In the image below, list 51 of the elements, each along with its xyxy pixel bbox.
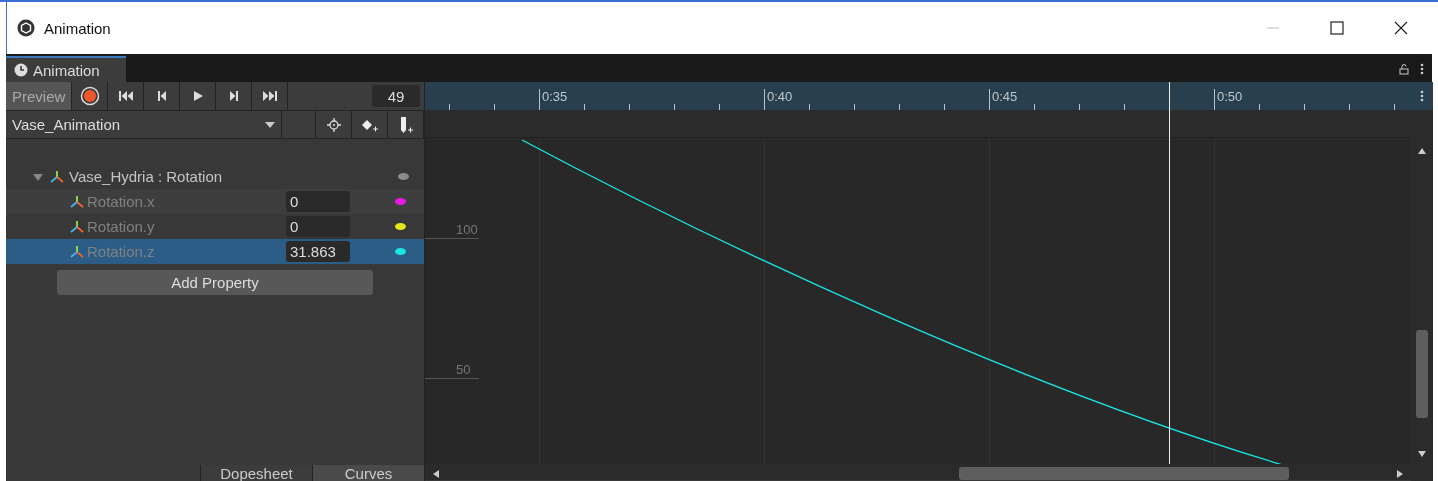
- window-title: Animation: [44, 19, 111, 37]
- scroll-down-icon[interactable]: [1418, 451, 1426, 457]
- next-key-icon: [227, 90, 240, 102]
- value-label: 100: [456, 222, 478, 237]
- value-label: 50: [456, 362, 471, 377]
- property-label: Rotation.x: [87, 193, 156, 210]
- maximize-icon[interactable]: [1330, 21, 1344, 35]
- axes-icon: [69, 194, 85, 209]
- property-group-label[interactable]: Vase_Hydria : Rotation: [69, 168, 394, 185]
- scroll-right-icon[interactable]: [1397, 470, 1403, 478]
- property-row[interactable]: Rotation.z 31.863: [6, 239, 424, 264]
- scroll-left-icon[interactable]: [433, 470, 439, 478]
- crosshair-icon: [326, 117, 341, 132]
- property-label: Rotation.z: [87, 243, 156, 260]
- more-icon[interactable]: [1420, 63, 1424, 75]
- time-label: 0:35: [542, 89, 568, 104]
- time-label: 0:45: [992, 89, 1018, 104]
- axes-icon: [69, 219, 85, 234]
- last-key-icon: [261, 90, 278, 102]
- axes-icon: [49, 169, 65, 184]
- value-field[interactable]: 0: [286, 216, 350, 237]
- add-keyframe-icon: [360, 117, 379, 132]
- axes-icon: [69, 244, 85, 259]
- app-logo-icon: [17, 19, 35, 37]
- lock-icon[interactable]: [1398, 63, 1410, 75]
- window-tab[interactable]: Animation: [6, 56, 126, 82]
- value-tick: [425, 238, 480, 239]
- property-row[interactable]: Rotation.y 0: [6, 214, 424, 239]
- time-label: 0:40: [767, 89, 793, 104]
- record-icon: [79, 86, 100, 106]
- previous-key-icon: [155, 90, 168, 102]
- property-label: Rotation.y: [87, 218, 156, 235]
- scroll-up-icon[interactable]: [1418, 148, 1426, 154]
- dropdown-caret-icon: [265, 121, 275, 128]
- value-field[interactable]: 31.863: [286, 241, 350, 262]
- time-label: 0:50: [1217, 89, 1243, 104]
- add-property-button[interactable]: Add Property: [57, 270, 373, 295]
- property-row[interactable]: Rotation.x 0: [6, 189, 424, 214]
- play-icon: [191, 90, 204, 102]
- view-tab[interactable]: Curves: [312, 465, 424, 481]
- value-field[interactable]: 0: [286, 191, 350, 212]
- frame-field[interactable]: 49: [372, 85, 420, 107]
- clip-name: Vase_Animation: [12, 116, 121, 133]
- close-icon[interactable]: [1394, 21, 1408, 35]
- expand-arrow-icon[interactable]: [33, 171, 43, 182]
- more-icon[interactable]: [1420, 90, 1424, 102]
- clock-icon: [14, 63, 28, 77]
- first-key-icon: [117, 90, 134, 102]
- scrollbar-thumb[interactable]: [1416, 330, 1428, 418]
- value-tick: [425, 378, 480, 379]
- scrollbar-thumb[interactable]: [959, 467, 1289, 480]
